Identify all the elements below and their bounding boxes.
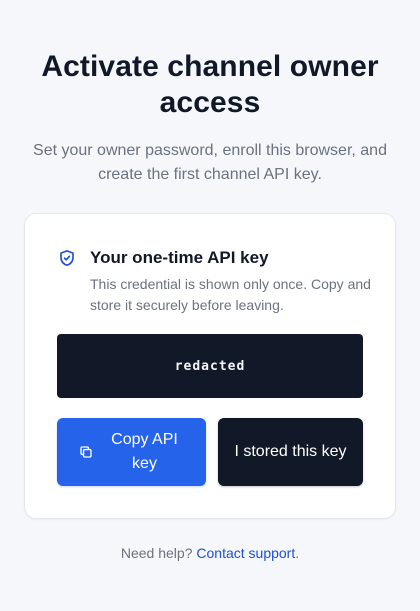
- page-subtitle: Set your owner password, enroll this bro…: [33, 142, 387, 183]
- contact-support-link[interactable]: Contact support: [196, 545, 295, 561]
- shield-check-icon: [60, 250, 74, 266]
- api-key-display[interactable]: redacted: [57, 334, 363, 398]
- activation-page: Activate channel owner access Set your o…: [0, 0, 420, 611]
- page-title: Activate channel owner access: [41, 50, 379, 119]
- copy-icon: [79, 446, 92, 458]
- api-key-card: Your one-time API key This credential is…: [24, 213, 396, 519]
- stored-key-label: I stored this key: [234, 443, 347, 460]
- i-stored-this-key-button[interactable]: I stored this key: [218, 418, 363, 486]
- help-text: Need help?: [120, 545, 193, 561]
- copy-api-key-label: Copy API key: [111, 431, 178, 472]
- help-footer: Need help? Contact support.: [20, 543, 400, 563]
- help-trailing-period: .: [295, 545, 300, 561]
- card-description: This credential is shown only once. Copy…: [90, 276, 371, 313]
- card-title: Your one-time API key: [90, 248, 269, 267]
- copy-api-key-button[interactable]: Copy API key: [57, 418, 206, 486]
